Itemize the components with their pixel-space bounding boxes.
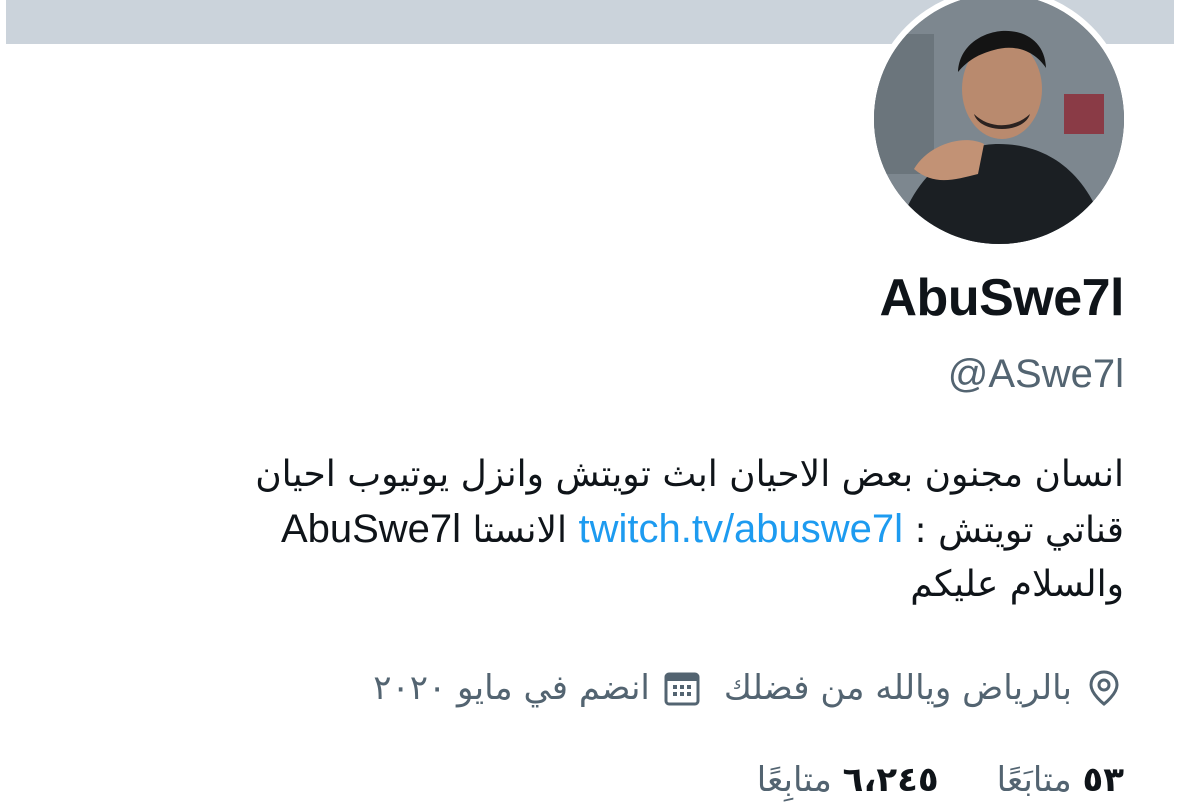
bio-instagram-name: AbuSwe7l: [280, 507, 462, 551]
followers-label: متابِعًا: [756, 760, 832, 800]
bio-twitch-link[interactable]: twitch.tv/abuswe7l: [578, 507, 903, 551]
profile-stats: ٥٣ متابَعًا ٦،٢٤٥ متابِعًا: [757, 760, 1124, 800]
avatar-photo-illustration: [874, 0, 1124, 244]
profile-display-name: AbuSwe7l: [879, 269, 1125, 327]
bio-line: انسان مجنون بعض الاحيان ابث تويتش وانزل …: [255, 454, 1124, 495]
bio-text: الانستا: [472, 510, 568, 551]
bio-text: قناتي تويتش :: [914, 510, 1124, 551]
bio-line: قناتي تويتش : twitch.tv/abuswe7l الانستا…: [64, 502, 1124, 558]
profile-bio: انسان مجنون بعض الاحيان ابث تويتش وانزل …: [64, 448, 1124, 612]
following-count: ٥٣: [1082, 760, 1124, 800]
following-label: متابَعًا: [996, 760, 1072, 800]
following-link[interactable]: ٥٣ متابَعًا: [997, 760, 1124, 800]
profile-join-date: انضم في مايو ٢٠٢٠: [373, 668, 702, 708]
profile-handle: @ASwe7l: [947, 352, 1124, 396]
join-date-text: انضم في مايو ٢٠٢٠: [373, 668, 650, 708]
profile-avatar[interactable]: [868, 0, 1130, 250]
profile-location: بالرياض ويالله من فضلك: [724, 668, 1124, 708]
bio-line: والسلام عليكم: [910, 564, 1124, 605]
profile-meta: بالرياض ويالله من فضلك انضم في مايو ٢٠٢٠: [373, 668, 1124, 708]
followers-count: ٦،٢٤٥: [842, 760, 939, 800]
location-pin-icon: [1084, 668, 1124, 708]
location-text: بالرياض ويالله من فضلك: [723, 668, 1072, 708]
followers-link[interactable]: ٦،٢٤٥ متابِعًا: [757, 760, 939, 800]
calendar-icon: [662, 668, 702, 708]
avatar-photo: [874, 0, 1124, 244]
